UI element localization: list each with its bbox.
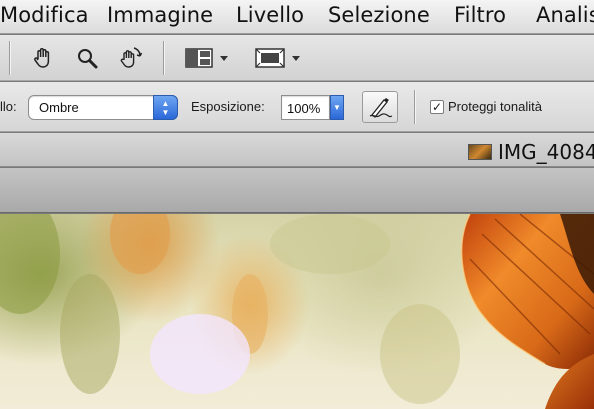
arrange-documents-icon <box>185 48 228 68</box>
screen-mode-icon <box>255 48 300 68</box>
menu-livello[interactable]: Livello <box>236 3 304 27</box>
menu-bar: Modifica Immagine Livello Selezione Filt… <box>0 0 594 34</box>
tool-options-bar: llo: Ombre ▲ ▼ Esposizione: 100% ▼ ✓ Prot… <box>0 82 594 132</box>
toolbar-divider <box>9 41 10 75</box>
document-thumbnail-icon <box>468 144 492 160</box>
range-select[interactable]: Ombre ▲ ▼ <box>28 95 178 120</box>
options-divider <box>414 90 415 124</box>
menu-immagine[interactable]: Immagine <box>107 3 213 27</box>
menu-analisi[interactable]: Analisi <box>536 3 594 27</box>
airbrush-toggle-button[interactable] <box>362 91 398 123</box>
airbrush-icon <box>369 98 393 118</box>
arrange-documents-button[interactable] <box>182 43 234 73</box>
application-bar <box>0 35 594 81</box>
menu-selezione[interactable]: Selezione <box>328 3 430 27</box>
screen-mode-button[interactable] <box>252 43 304 73</box>
rotate-hand-icon <box>120 47 143 68</box>
select-arrows-icon: ▲ ▼ <box>153 95 178 120</box>
protect-tones-checkbox[interactable]: ✓ <box>430 100 444 114</box>
image-canvas[interactable] <box>0 214 594 409</box>
rotate-view-tool-button[interactable] <box>116 43 146 73</box>
exposure-input[interactable]: 100% <box>281 95 330 120</box>
range-select-value: Ombre <box>39 100 79 115</box>
hand-icon <box>34 48 50 68</box>
hand-tool-button[interactable] <box>28 43 58 73</box>
photo-content <box>0 214 594 409</box>
exposure-value: 100% <box>287 101 321 116</box>
exposure-dropdown-button[interactable]: ▼ <box>330 95 344 120</box>
zoom-tool-button[interactable] <box>72 43 102 73</box>
chevron-down-icon: ▼ <box>333 103 341 112</box>
document-title[interactable]: IMG_4084 <box>498 140 594 164</box>
range-label: llo: <box>0 99 17 114</box>
document-tab-bar: IMG_4084 <box>0 133 594 167</box>
ruler-area <box>0 168 594 213</box>
exposure-label: Esposizione: <box>191 99 265 114</box>
protect-tones-label: Proteggi tonalità <box>448 99 542 114</box>
checkmark-icon: ✓ <box>431 100 443 114</box>
magnifier-icon <box>78 49 98 69</box>
toolbar-divider <box>163 41 164 75</box>
menu-filtro[interactable]: Filtro <box>454 3 506 27</box>
menu-modifica[interactable]: Modifica <box>0 3 89 27</box>
